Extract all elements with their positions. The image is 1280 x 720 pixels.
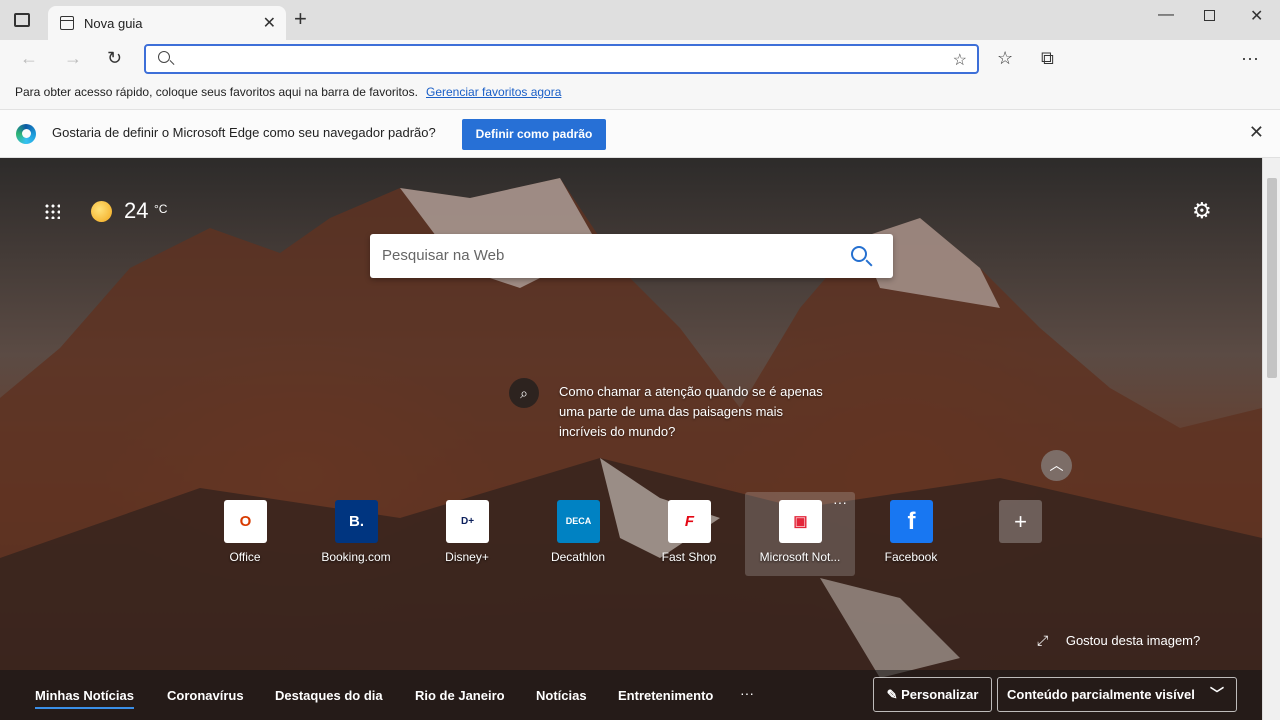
like-image-prompt[interactable]: ⤢ Gostou desta imagem?	[1037, 632, 1200, 649]
expand-icon[interactable]: ⤢	[1037, 632, 1048, 648]
tab-title: Nova guia	[84, 16, 143, 31]
quick-link-label: Microsoft Not...	[759, 550, 841, 564]
image-info-search-icon[interactable]: ⌕	[509, 378, 539, 408]
personalize-button[interactable]: ✎ Personalizar	[873, 677, 992, 712]
favorites-bar-message: Para obter acesso rápido, coloque seus f…	[15, 85, 418, 99]
plus-icon: +	[999, 500, 1042, 543]
tab-nova-guia[interactable]: Nova guia ✕	[48, 6, 286, 40]
maximize-button[interactable]	[1204, 10, 1215, 21]
tab-strip: Nova guia ✕ + — ✕	[0, 0, 1280, 40]
new-tab-button[interactable]: +	[294, 8, 307, 30]
infobar-message: Gostaria de definir o Microsoft Edge com…	[52, 125, 436, 140]
facebook-icon: f	[890, 500, 933, 543]
close-tab-icon[interactable]: ✕	[263, 13, 276, 33]
msn-icon: ▣	[779, 500, 822, 543]
manage-favorites-link[interactable]: Gerenciar favoritos agora	[426, 85, 561, 99]
quick-link-label: Fast Shop	[661, 550, 717, 564]
booking-icon: B.	[335, 500, 378, 543]
settings-more-icon[interactable]: ···	[1241, 48, 1259, 69]
news-tab-rio-de-janeiro[interactable]: Rio de Janeiro	[415, 688, 505, 703]
news-tab-coronavirus[interactable]: Coronavírus	[167, 688, 244, 703]
app-launcher-icon[interactable]	[44, 203, 60, 219]
quick-link-label: Office	[229, 550, 261, 564]
collections-icon[interactable]: ⧉	[1041, 48, 1054, 69]
news-tab-destaques[interactable]: Destaques do dia	[275, 688, 383, 703]
back-icon[interactable]: ←	[20, 48, 38, 69]
decathlon-icon: DECA	[557, 500, 600, 543]
search-submit-icon[interactable]	[851, 246, 867, 262]
edge-logo-icon	[16, 124, 36, 144]
quick-link-office[interactable]: O Office	[190, 492, 300, 576]
close-infobar-icon[interactable]: ✕	[1249, 122, 1264, 143]
window-close-button[interactable]: ✕	[1250, 6, 1263, 26]
quick-link-booking[interactable]: B. Booking.com	[301, 492, 411, 576]
sun-icon	[91, 201, 112, 222]
address-bar[interactable]: ☆	[144, 44, 979, 74]
personalize-label: Personalizar	[901, 687, 979, 702]
news-tab-entretenimento[interactable]: Entretenimento	[618, 688, 713, 703]
content-select-value: Conteúdo parcialmente visível	[1007, 687, 1195, 702]
quick-link-label: Decathlon	[550, 550, 606, 564]
image-caption[interactable]: Como chamar a atenção quando se é apenas…	[559, 382, 829, 442]
news-more-icon[interactable]: ···	[740, 685, 754, 701]
web-search-box[interactable]: Pesquisar na Web	[370, 234, 893, 278]
favorites-icon[interactable]: ☆	[997, 48, 1013, 69]
add-favorite-icon[interactable]: ☆	[953, 50, 967, 70]
web-search-placeholder[interactable]: Pesquisar na Web	[382, 247, 504, 264]
quick-link-microsoft-news[interactable]: ▣ ··· Microsoft Not...	[745, 492, 855, 576]
default-browser-infobar: Gostaria de definir o Microsoft Edge com…	[0, 110, 1280, 158]
quick-link-label: Facebook	[884, 550, 938, 564]
quick-link-decathlon[interactable]: DECA Decathlon	[523, 492, 633, 576]
quick-link-fastshop[interactable]: F Fast Shop	[634, 492, 744, 576]
favorites-bar: Para obter acesso rápido, coloque seus f…	[0, 78, 1280, 110]
toolbar: ← → ↻ ☆ ☆ ⧉ ···	[0, 40, 1280, 78]
newtab-favicon-icon	[60, 16, 74, 30]
quick-link-label: Booking.com	[321, 550, 391, 564]
news-tab-noticias[interactable]: Notícias	[536, 688, 587, 703]
add-quick-link[interactable]: +	[965, 492, 1075, 576]
like-image-text: Gostou desta imagem?	[1065, 633, 1201, 648]
tab-actions-icon[interactable]	[14, 13, 30, 27]
collapse-icon[interactable]: ︿	[1041, 450, 1072, 481]
minimize-button[interactable]: —	[1158, 6, 1174, 24]
quick-link-facebook[interactable]: f Facebook	[856, 492, 966, 576]
new-tab-page: 24 °C ⚙ Pesquisar na Web ⌕ Como chamar a…	[0, 158, 1262, 720]
fastshop-icon: F	[668, 500, 711, 543]
temperature[interactable]: 24	[124, 198, 148, 224]
disney-icon: D+	[446, 500, 489, 543]
quick-link-label: Disney+	[445, 550, 489, 564]
content-visibility-select[interactable]: Conteúdo parcialmente visível ﹀	[997, 677, 1237, 712]
news-nav-bar: Minhas Notícias Coronavírus Destaques do…	[0, 670, 1262, 720]
pencil-icon: ✎	[886, 687, 902, 702]
gear-icon[interactable]: ⚙	[1192, 198, 1212, 224]
scrollbar-thumb[interactable]	[1267, 178, 1277, 378]
refresh-icon[interactable]: ↻	[107, 48, 122, 69]
temperature-unit: °C	[154, 202, 168, 216]
tile-more-icon[interactable]: ···	[833, 494, 847, 510]
quick-link-disney[interactable]: D+ Disney+	[412, 492, 522, 576]
search-icon	[158, 51, 170, 63]
forward-icon[interactable]: →	[64, 48, 82, 69]
news-tab-minhas-noticias[interactable]: Minhas Notícias	[35, 688, 134, 709]
page-scrollbar[interactable]	[1262, 158, 1280, 720]
office-icon: O	[224, 500, 267, 543]
set-default-button[interactable]: Definir como padrão	[462, 119, 606, 150]
chevron-down-icon: ﹀	[1210, 686, 1224, 702]
